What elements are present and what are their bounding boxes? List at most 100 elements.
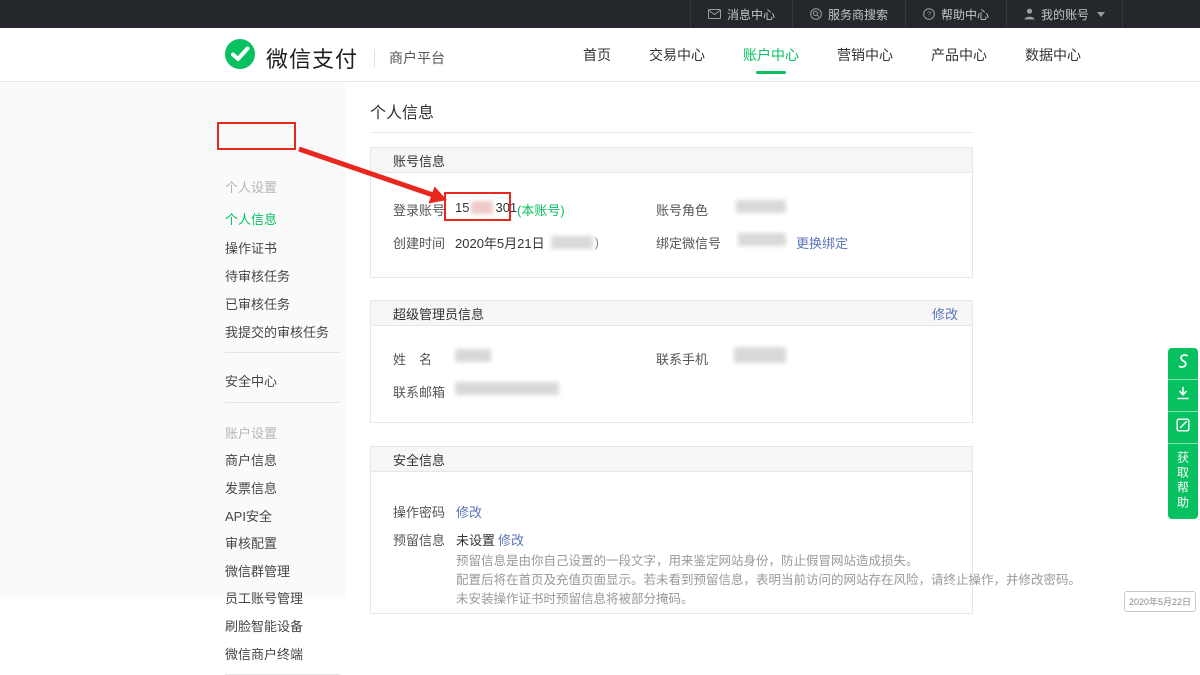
help-center-item[interactable]: ? 帮助中心 — [905, 0, 1006, 28]
account-role-value — [736, 200, 786, 213]
sidebar-item-api-security[interactable]: API安全 — [225, 506, 272, 525]
nav-trade-center[interactable]: 交易中心 — [649, 28, 705, 82]
sidebar-item-review-config[interactable]: 审核配置 — [225, 533, 277, 552]
sidebar-item-security-center[interactable]: 安全中心 — [225, 371, 277, 390]
reserved-info-label: 预留信息 — [393, 530, 445, 549]
bound-wechat-label: 绑定微信号 — [656, 233, 721, 252]
account-info-panel-header: 账号信息 — [371, 148, 972, 173]
description-line: 预留信息是由你自己设置的一段文字，用来鉴定网站身份，防止假冒网站造成损失。 — [456, 552, 1081, 571]
nav-marketing-center[interactable]: 营销中心 — [837, 28, 893, 82]
redacted-login-middle — [471, 201, 493, 214]
sidebar-item-wechat-group[interactable]: 微信群管理 — [225, 561, 290, 580]
my-account-item[interactable]: 我的账号 — [1006, 0, 1123, 28]
download-button[interactable] — [1168, 380, 1198, 412]
sidebar-item-merchant-info[interactable]: 商户信息 — [225, 450, 277, 469]
floating-help-widget: 获取帮助 — [1168, 348, 1198, 519]
nav-product-center[interactable]: 产品中心 — [931, 28, 987, 82]
help-icon: ? — [923, 8, 935, 20]
redacted-wechat-id — [738, 233, 786, 246]
account-info-panel: 账号信息 登录账号 15 301 (本账号) 账号角色 创建时间 2020年5月… — [370, 147, 973, 278]
security-info-title: 安全信息 — [393, 450, 445, 469]
login-account-prefix: 15 — [455, 200, 469, 215]
quick-link-button[interactable] — [1168, 348, 1198, 380]
redacted-role — [736, 200, 786, 213]
sidebar-divider — [225, 402, 340, 403]
sidebar-divider — [225, 352, 340, 353]
title-divider — [370, 132, 973, 133]
edit-icon — [1176, 418, 1190, 437]
sidebar-item-invoice-info[interactable]: 发票信息 — [225, 478, 277, 497]
rebind-link[interactable]: 更换绑定 — [796, 233, 848, 252]
reserved-info-description: 预留信息是由你自己设置的一段文字，用来鉴定网站身份，防止假冒网站造成损失。 配置… — [456, 552, 1081, 609]
admin-name-value — [455, 349, 491, 362]
sidebar-item-reviewed-tasks[interactable]: 已审核任务 — [225, 294, 290, 313]
message-center-item[interactable]: 消息中心 — [690, 0, 792, 28]
download-icon — [1176, 386, 1190, 405]
sidebar-item-staff-account[interactable]: 员工账号管理 — [225, 588, 303, 607]
brand-name: 微信支付 — [266, 42, 358, 74]
sidebar-item-face-device[interactable]: 刷脸智能设备 — [225, 616, 303, 635]
admin-info-panel: 超级管理员信息 修改 姓 名 联系手机 联系邮箱 — [370, 300, 973, 423]
account-role-label: 账号角色 — [656, 200, 708, 219]
operation-password-label: 操作密码 — [393, 502, 445, 521]
main-nav: 首页 交易中心 账户中心 营销中心 产品中心 数据中心 — [583, 28, 1119, 82]
login-account-value: 15 301 — [455, 200, 517, 215]
sidebar-section-account-settings: 账户设置 — [225, 423, 277, 442]
account-info-title: 账号信息 — [393, 151, 445, 170]
bound-wechat-value — [738, 233, 786, 246]
help-center-label: 帮助中心 — [941, 6, 989, 23]
login-account-label: 登录账号 — [393, 200, 445, 219]
nav-account-center[interactable]: 账户中心 — [743, 28, 799, 82]
security-info-panel: 安全信息 操作密码 修改 预留信息 未设置 修改 预留信息是由你自己设置的一段文… — [370, 446, 973, 614]
admin-name-label: 姓 名 — [393, 349, 432, 368]
svg-text:?: ? — [927, 10, 931, 19]
contact-phone-label: 联系手机 — [656, 349, 708, 368]
redacted-created-time — [551, 236, 593, 249]
redacted-admin-name — [455, 349, 491, 362]
link-icon — [1176, 353, 1190, 374]
current-account-tag: (本账号) — [517, 200, 565, 219]
created-time-label: 创建时间 — [393, 233, 445, 252]
description-line: 配置后将在首页及充值页面显示。若未看到预留信息，表明当前访问的网站存在风险，请终… — [456, 571, 1081, 590]
redacted-phone — [734, 347, 786, 363]
operation-password-edit-link[interactable]: 修改 — [456, 502, 482, 521]
sidebar-item-personal-info[interactable]: 个人信息 — [225, 209, 277, 228]
contact-email-value — [455, 382, 559, 395]
user-icon — [1024, 8, 1035, 20]
security-info-panel-header: 安全信息 — [371, 447, 972, 472]
sp-search-item[interactable]: 服务商搜索 — [792, 0, 905, 28]
reserved-info-edit-link[interactable]: 修改 — [498, 530, 524, 549]
get-help-label: 获取帮助 — [1175, 451, 1192, 511]
redacted-email — [455, 382, 559, 395]
created-date: 2020年5月21日 — [455, 233, 545, 252]
contact-phone-value — [734, 347, 786, 363]
brand-logo-group[interactable]: 微信支付 商户平台 — [222, 37, 445, 78]
sidebar: 个人设置 个人信息 操作证书 待审核任务 已审核任务 我提交的审核任务 安全中心… — [0, 82, 345, 599]
header: 微信支付 商户平台 首页 交易中心 账户中心 营销中心 产品中心 数据中心 — [0, 28, 1200, 82]
topbar: 消息中心 服务商搜索 ? 帮助中心 我的账号 — [0, 0, 1200, 28]
chevron-down-icon — [1097, 12, 1105, 17]
page-title: 个人信息 — [370, 99, 434, 123]
description-line: 未安装操作证书时预留信息将被部分掩码。 — [456, 590, 1081, 609]
sidebar-section-personal-settings: 个人设置 — [225, 177, 277, 196]
admin-info-title: 超级管理员信息 — [393, 304, 484, 323]
reserved-info-value: 未设置 — [456, 530, 495, 549]
portal-name: 商户平台 — [389, 48, 445, 68]
sidebar-item-my-submitted-tasks[interactable]: 我提交的审核任务 — [225, 322, 329, 341]
topbar-menu: 消息中心 服务商搜索 ? 帮助中心 我的账号 — [690, 0, 1123, 28]
date-tooltip: 2020年5月22日 — [1124, 591, 1196, 612]
brand-divider — [374, 49, 375, 67]
mail-icon — [708, 9, 721, 19]
admin-info-panel-header: 超级管理员信息 修改 — [371, 301, 972, 326]
nav-home[interactable]: 首页 — [583, 28, 611, 82]
created-time-value: 2020年5月21日 ) — [455, 233, 599, 252]
get-help-button[interactable]: 获取帮助 — [1168, 444, 1198, 519]
feedback-button[interactable] — [1168, 412, 1198, 444]
contact-email-label: 联系邮箱 — [393, 382, 445, 401]
sidebar-item-operation-cert[interactable]: 操作证书 — [225, 238, 277, 257]
sidebar-item-pending-tasks[interactable]: 待审核任务 — [225, 266, 290, 285]
admin-edit-link[interactable]: 修改 — [932, 304, 958, 323]
sidebar-item-merchant-terminal[interactable]: 微信商户终端 — [225, 644, 303, 663]
message-center-label: 消息中心 — [727, 6, 775, 23]
nav-data-center[interactable]: 数据中心 — [1025, 28, 1081, 82]
